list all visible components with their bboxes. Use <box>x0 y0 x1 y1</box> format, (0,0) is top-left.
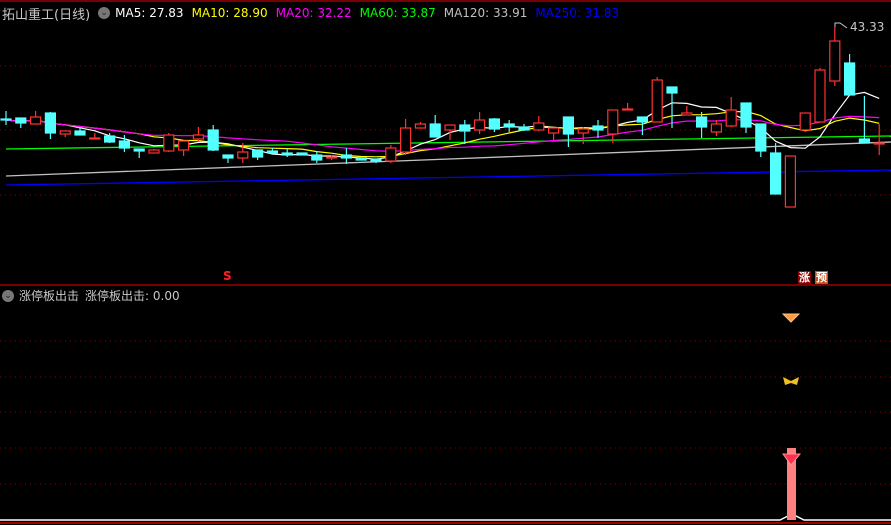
indicator-value: 涨停板出击: 0.00 <box>85 289 180 303</box>
high-price-label: 43.33 <box>850 20 885 34</box>
candle-body <box>651 79 663 123</box>
diamond-gem-icon <box>781 313 801 323</box>
ma120-label: MA120: 33.91 <box>443 6 528 20</box>
candle-body <box>59 130 71 135</box>
candle-body <box>681 112 693 116</box>
chevron-down-icon[interactable]: ⌄ <box>98 7 111 19</box>
yu-marker: 预 <box>815 271 828 284</box>
candle-body <box>636 116 649 123</box>
candle-body <box>755 123 767 152</box>
ma10-label: MA10: 28.90 <box>191 6 268 20</box>
candle-body <box>178 140 190 151</box>
candle-body <box>799 112 811 131</box>
candle-body <box>518 126 530 131</box>
candle-body <box>843 62 856 96</box>
butterfly-icon <box>783 377 799 385</box>
stock-title: 拓山重工(日线) <box>2 7 91 23</box>
candle-body <box>474 119 486 131</box>
candle-body <box>592 125 604 131</box>
candle-body <box>89 137 101 140</box>
candle-body <box>340 154 352 159</box>
chevron-down-icon[interactable]: ⌄ <box>2 289 14 302</box>
candle-body <box>444 124 456 131</box>
ruby-gem-icon <box>782 453 802 466</box>
candle-body <box>547 127 560 134</box>
candle-body <box>222 154 234 159</box>
candle-body <box>666 86 678 94</box>
candle-body <box>725 109 737 127</box>
candle-body <box>355 157 367 161</box>
ma60-label: MA60: 33.87 <box>359 6 436 20</box>
candle-body <box>326 156 338 159</box>
candle-body <box>533 122 545 131</box>
candle-body <box>163 134 175 152</box>
candle-body <box>784 155 797 208</box>
candle-body <box>710 123 723 133</box>
candle-body <box>103 135 116 143</box>
candle-body <box>237 151 249 159</box>
candle-body <box>15 117 27 124</box>
candle-body <box>148 149 160 154</box>
candle-body <box>769 152 782 195</box>
ma250-line <box>5 169 891 186</box>
ma20-label: MA20: 32.22 <box>275 6 352 20</box>
candle-body <box>873 142 885 145</box>
candle-body <box>44 112 57 134</box>
candle-body <box>192 134 204 140</box>
kline-canvas[interactable] <box>0 0 891 525</box>
candle-body <box>0 118 12 121</box>
candle-body <box>740 102 752 128</box>
candle-body <box>695 116 708 128</box>
s-signal-marker: S <box>223 269 232 283</box>
candle-body <box>296 152 308 156</box>
candle-body <box>133 148 145 152</box>
candle-body <box>311 154 323 161</box>
candle-body <box>30 116 42 125</box>
candle-body <box>607 109 619 135</box>
candle-body <box>118 140 131 149</box>
candle-body <box>621 108 634 111</box>
candle-body <box>385 147 397 162</box>
candle-body <box>562 116 575 135</box>
candle-body <box>400 127 412 153</box>
candle-body <box>814 69 826 123</box>
candle-body <box>577 128 589 134</box>
high-arrow <box>834 22 848 29</box>
main-chart-header: 拓山重工(日线) ⌄ MA5: 27.83 MA10: 28.90 MA20: … <box>2 4 627 23</box>
candle-body <box>503 123 515 128</box>
stock-chart-window: 拓山重工(日线) ⌄ MA5: 27.83 MA10: 28.90 MA20: … <box>0 0 891 525</box>
candle-body <box>829 40 841 82</box>
sub-chart-header: ⌄ 涨停板出击 涨停板出击: 0.00 <box>2 287 186 304</box>
candle-body <box>429 123 441 138</box>
candle-body <box>488 118 500 130</box>
candle-body <box>459 124 471 132</box>
ma5-label: MA5: 27.83 <box>115 6 184 20</box>
indicator-name: 涨停板出击 <box>19 289 80 303</box>
candle-body <box>266 150 278 154</box>
ma250-label: MA250: 31.83 <box>535 6 620 20</box>
candle-body <box>858 138 871 144</box>
indicator-line <box>0 515 891 521</box>
candle-body <box>252 149 264 158</box>
candle-body <box>281 152 293 156</box>
zhang-marker: 涨 <box>798 271 811 284</box>
candle-body <box>207 129 219 151</box>
candle-body <box>370 158 382 162</box>
candle-body <box>74 130 86 136</box>
candle-body <box>414 123 426 129</box>
